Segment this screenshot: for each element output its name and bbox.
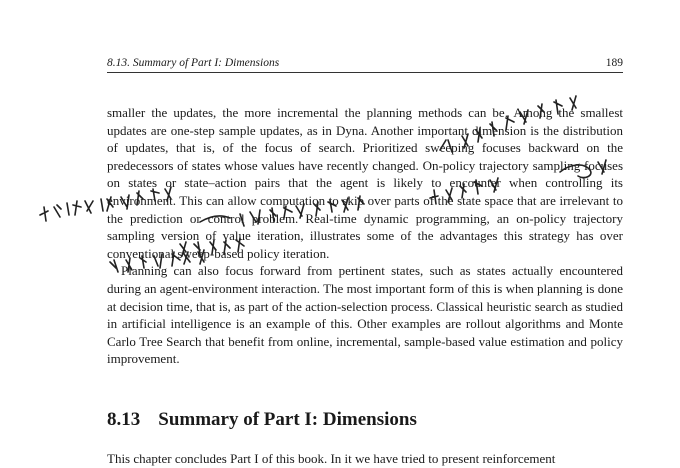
paragraph-2: Planning can also focus forward from per…: [107, 263, 623, 367]
header-section-label: 8.13. Summary of Part I: Dimensions: [107, 57, 280, 69]
paragraph-1: smaller the updates, the more incrementa…: [107, 105, 623, 261]
section-heading: 8.13 Summary of Part I: Dimensions: [107, 409, 623, 431]
section-title: Summary of Part I: Dimensions: [158, 409, 417, 430]
body-text: smaller the updates, the more incrementa…: [107, 104, 623, 368]
section-first-line: This chapter concludes Part I of this bo…: [107, 451, 556, 466]
book-page: 8.13. Summary of Part I: Dimensions 189 …: [0, 0, 680, 467]
running-header: 8.13. Summary of Part I: Dimensions 189: [107, 57, 623, 69]
section-number: 8.13: [107, 409, 141, 430]
header-rule: [107, 72, 623, 73]
page-number: 189: [605, 57, 623, 69]
